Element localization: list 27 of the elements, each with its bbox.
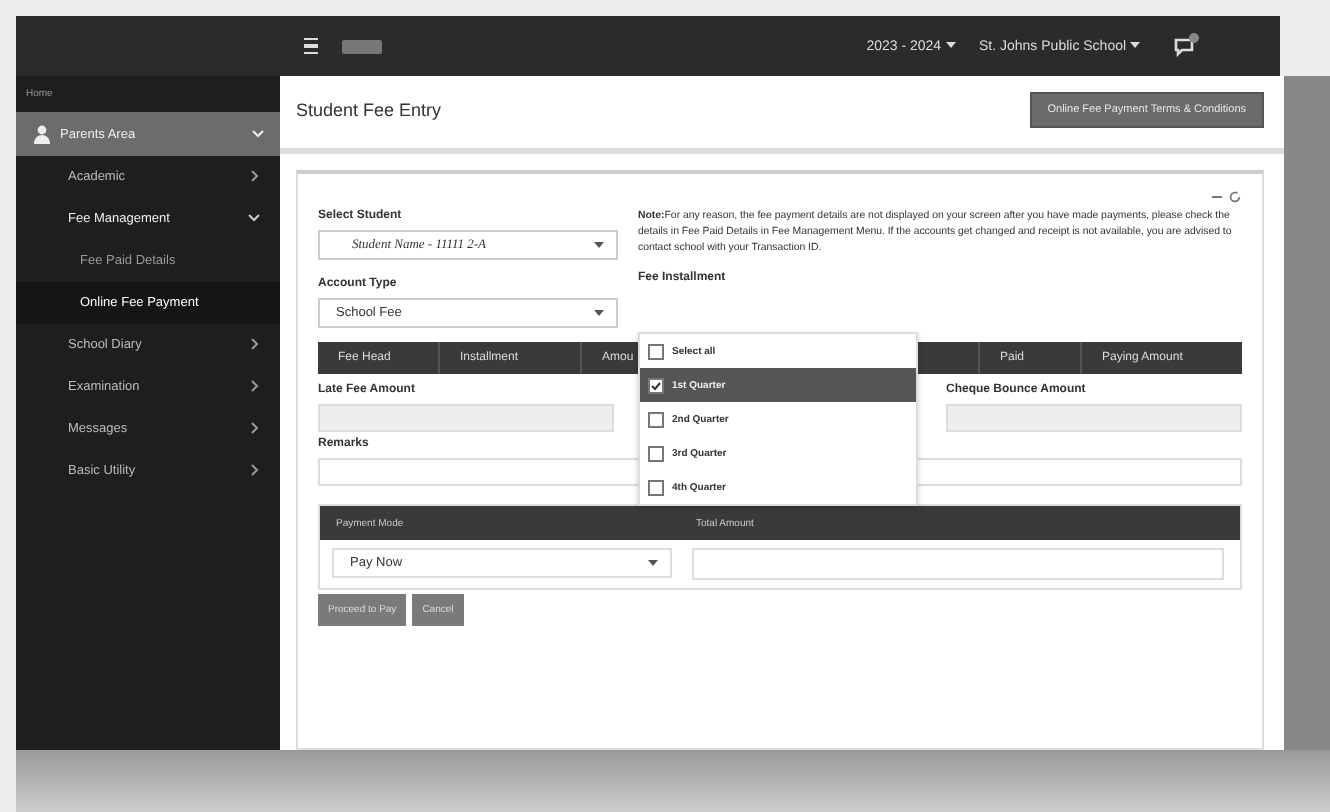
checkbox[interactable] <box>648 479 664 495</box>
collapse-icon[interactable] <box>1212 194 1222 200</box>
checkbox[interactable] <box>648 411 664 427</box>
checkbox[interactable] <box>648 343 664 359</box>
late-fee-field[interactable] <box>318 404 614 432</box>
chevron-right-icon <box>248 338 260 350</box>
chevron-right-icon <box>248 380 260 392</box>
badge <box>342 39 382 53</box>
user-icon <box>32 124 52 144</box>
caret-icon <box>594 241 604 249</box>
caret-icon <box>1130 41 1140 50</box>
chat-icon[interactable] <box>1172 32 1200 60</box>
total-amount-field[interactable] <box>692 548 1224 580</box>
page-title: Student Fee Entry <box>296 100 442 120</box>
checkbox[interactable] <box>648 377 664 393</box>
chevron-right-icon <box>248 464 260 476</box>
checkbox[interactable] <box>648 445 664 461</box>
refresh-icon[interactable] <box>1228 190 1242 204</box>
menu-icon[interactable] <box>304 37 318 55</box>
chevron-right-icon <box>248 170 260 182</box>
cheque-bounce-field[interactable] <box>946 404 1242 432</box>
chevron-down-icon <box>252 130 264 138</box>
caret-icon <box>594 309 604 317</box>
caret-icon <box>648 559 658 567</box>
chevron-down-icon <box>248 212 260 224</box>
caret-icon <box>945 41 955 50</box>
chevron-right-icon <box>248 422 260 434</box>
